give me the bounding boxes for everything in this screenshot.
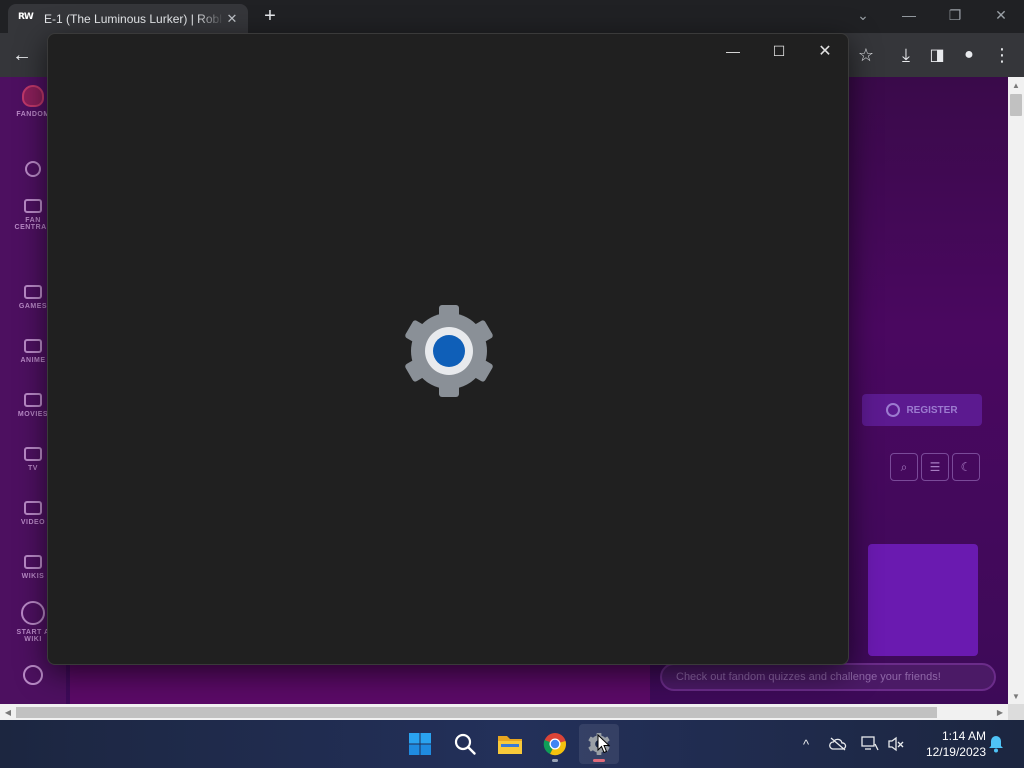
page-side-card <box>868 544 978 656</box>
user-icon <box>23 665 43 685</box>
windows-logo-icon <box>409 733 431 755</box>
show-hidden-icons-button[interactable]: ^ <box>796 734 816 754</box>
browser-close-button[interactable]: ✕ <box>978 0 1024 30</box>
search-icon <box>454 733 476 755</box>
back-button[interactable]: ← <box>8 41 36 69</box>
sidebar-account-icon[interactable] <box>8 665 58 689</box>
browser-tabstrip: RW E-1 (The Luminous Lurker) | Robl ✕ + … <box>0 0 1024 33</box>
volume-muted-icon[interactable] <box>886 734 906 754</box>
horizontal-scrollbar-thumb[interactable] <box>16 707 937 718</box>
scroll-left-arrow-icon[interactable]: ◀ <box>0 704 16 720</box>
tv-icon <box>24 447 42 461</box>
page-banner <box>70 665 650 704</box>
fandom-logo-icon <box>22 85 44 107</box>
mouse-cursor-icon <box>597 734 611 754</box>
search-icon <box>25 161 41 177</box>
network-icon[interactable] <box>860 734 880 754</box>
download-icon[interactable]: ⤓ <box>892 41 920 69</box>
tab-title: E-1 (The Luminous Lurker) | Robl <box>44 11 222 26</box>
tab-search-button[interactable]: ⌄ <box>840 0 886 30</box>
chrome-taskbar-button[interactable] <box>535 724 575 764</box>
notification-bell-icon[interactable] <box>986 734 1006 754</box>
page-search-button[interactable]: ⌕ <box>890 453 918 481</box>
gamepad-icon <box>24 285 42 299</box>
profile-icon[interactable]: ● <box>955 41 983 69</box>
settings-close-button[interactable]: ✕ <box>802 36 848 66</box>
file-explorer-button[interactable] <box>490 724 530 764</box>
browser-restore-button[interactable]: ❐ <box>932 0 978 30</box>
scroll-down-arrow-icon[interactable]: ▼ <box>1008 688 1024 704</box>
gear-icon <box>405 305 493 397</box>
taskbar-clock[interactable]: 1:14 AM 12/19/2023 <box>914 728 986 760</box>
register-button[interactable]: REGISTER <box>862 394 982 426</box>
settings-minimize-button[interactable]: — <box>710 36 756 66</box>
side-panel-icon[interactable]: ◨ <box>923 41 951 69</box>
chrome-running-indicator <box>552 759 558 762</box>
start-button[interactable] <box>400 724 440 764</box>
wikis-icon <box>24 555 42 569</box>
tab-close-icon[interactable]: ✕ <box>224 11 240 27</box>
user-icon <box>886 403 901 417</box>
new-tab-button[interactable]: + <box>258 6 282 28</box>
chrome-icon <box>543 733 566 756</box>
browser-menu-icon[interactable]: ⋮ <box>988 41 1016 69</box>
clock-time: 1:14 AM <box>941 729 986 743</box>
scroll-right-arrow-icon[interactable]: ▶ <box>992 704 1008 720</box>
video-icon <box>24 501 42 515</box>
page-discussions-button[interactable]: ☰ <box>921 453 949 481</box>
clock-date: 12/19/2023 <box>925 745 986 759</box>
taskbar-search-button[interactable] <box>445 724 485 764</box>
onedrive-offline-icon[interactable] <box>828 734 848 754</box>
browser-minimize-button[interactable]: — <box>886 0 932 30</box>
plus-circle-icon <box>21 601 45 625</box>
anime-icon <box>24 339 42 353</box>
tab-favicon-icon: RW <box>18 11 34 22</box>
settings-window[interactable]: — ☐ ✕ <box>47 33 849 665</box>
scrollbar-corner <box>1008 704 1024 720</box>
browser-tab[interactable]: RW E-1 (The Luminous Lurker) | Robl ✕ <box>8 4 248 33</box>
page-theme-toggle-button[interactable]: ☾ <box>952 453 980 481</box>
vertical-scrollbar[interactable] <box>1008 77 1024 704</box>
folder-icon <box>498 736 522 754</box>
vertical-scrollbar-thumb[interactable] <box>1010 94 1022 116</box>
movies-icon <box>24 393 42 407</box>
scroll-up-arrow-icon[interactable]: ▲ <box>1008 77 1024 93</box>
settings-active-indicator <box>593 759 605 762</box>
fan-central-icon <box>24 199 42 213</box>
settings-maximize-button[interactable]: ☐ <box>756 36 802 66</box>
quiz-promo-pill[interactable]: Check out fandom quizzes and challenge y… <box>660 663 996 691</box>
bookmark-star-icon[interactable]: ☆ <box>852 41 880 69</box>
